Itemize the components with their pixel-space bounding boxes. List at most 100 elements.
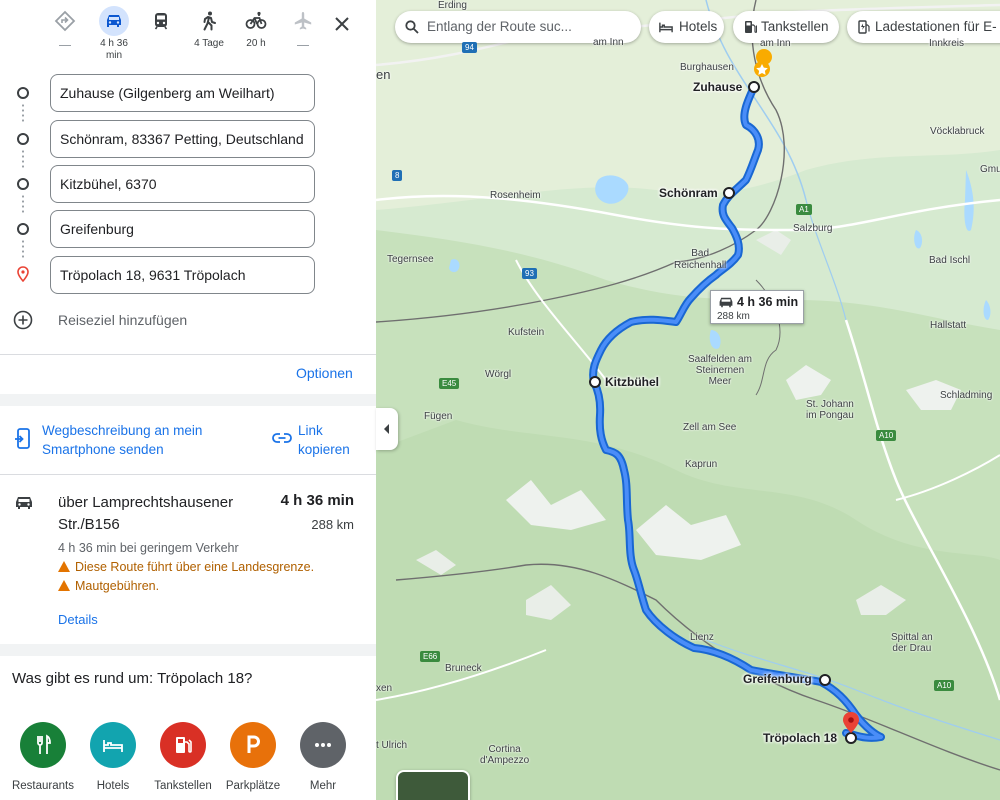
close-icon — [335, 17, 349, 31]
map-town-label: Bad Ischl — [929, 255, 971, 266]
mode-best[interactable] — [42, 6, 88, 46]
nearby-parking-button[interactable]: Parkplätze — [218, 722, 288, 792]
category-label: Parkplätze — [225, 780, 281, 792]
fuel-pump-icon — [176, 737, 192, 753]
parking-icon-circle — [230, 722, 276, 768]
route-via: über Lamprechtshausener Str./B156 — [58, 494, 234, 533]
map-town-label: Wörgl — [485, 369, 512, 380]
close-button[interactable] — [328, 10, 356, 38]
chip-charging-stations[interactable]: Ladestationen für E- — [847, 11, 1000, 43]
nearby-more-button[interactable]: Mehr — [288, 722, 358, 792]
map-town-label: Kaprun — [685, 459, 718, 470]
copy-link-button[interactable]: Link kopieren — [268, 418, 376, 462]
search-icon — [405, 20, 419, 34]
category-label: Tankstellen — [154, 780, 212, 792]
category-label: Mehr — [309, 780, 337, 792]
mode-car[interactable]: 4 h 36 min — [91, 6, 137, 62]
road-shield: 94 — [462, 42, 477, 53]
stop-input-2[interactable]: Schönram, 83367 Petting, Deutschland — [50, 120, 315, 158]
car-icon — [99, 6, 129, 36]
link-icon — [272, 433, 292, 443]
map-town-label: Erding — [438, 0, 467, 11]
mode-dash — [297, 45, 309, 46]
route-duration-callout[interactable]: 4 h 36 min 288 km — [710, 290, 804, 324]
map-town-label: am Inn — [760, 38, 791, 49]
warning-icon — [58, 561, 70, 572]
nearby-hotels-button[interactable]: Hotels — [78, 722, 148, 792]
travel-mode-bar: 4 h 36 min 4 Tage 20 h — [0, 0, 376, 68]
map-stop-label-kitzbuehel: Kitzbühel — [605, 375, 659, 389]
stop-row-destination: Tröpolach 18, 9631 Tröpolach — [0, 256, 376, 294]
hotel-icon-circle — [90, 722, 136, 768]
route-map[interactable]: Entlang der Route suc... Hotels Tankstel… — [376, 0, 1000, 800]
map-town-label: St. Johann im Pongau — [806, 399, 854, 421]
send-to-phone-button[interactable]: Wegbeschreibung an mein Smartphone sende… — [0, 418, 260, 462]
stop-input-3[interactable]: Kitzbühel, 6370 — [50, 165, 315, 203]
chip-label: Hotels — [679, 19, 718, 34]
road-shield: 8 — [392, 170, 403, 181]
car-icon — [16, 497, 32, 509]
route-warning-border: Diese Route führt über eine Landesgrenze… — [58, 560, 314, 574]
nearby-restaurants-button[interactable]: Restaurants — [8, 722, 78, 792]
send-to-phone-label: Wegbeschreibung an mein Smartphone sende… — [42, 423, 203, 457]
map-town-label: Zell am See — [683, 422, 737, 433]
restaurant-icon-circle — [20, 722, 66, 768]
road-shield: A10 — [876, 430, 897, 441]
stop-circle-icon — [17, 178, 29, 190]
route-details-link[interactable]: Details — [58, 612, 98, 627]
divider — [0, 354, 376, 355]
map-town-label: Rosenheim — [490, 190, 541, 201]
map-town-label: t Ulrich — [376, 740, 408, 751]
mode-flight[interactable] — [280, 6, 326, 46]
collapse-panel-button[interactable] — [376, 408, 398, 450]
more-icon-circle — [300, 722, 346, 768]
route-duration: 4 h 36 min — [280, 492, 354, 509]
mode-transit[interactable] — [138, 6, 184, 36]
map-town-label: Innkreis — [929, 38, 965, 49]
mode-car-time: 4 h 36 min — [100, 38, 128, 61]
add-circle-icon — [13, 310, 33, 330]
chip-hotels[interactable]: Hotels — [649, 11, 724, 43]
mode-bike[interactable]: 20 h — [233, 6, 279, 50]
stop-circle-icon — [17, 87, 29, 99]
stop-row-origin: Zuhause (Gilgenberg am Weilhart) — [0, 74, 376, 112]
stop-input-5[interactable]: Tröpolach 18, 9631 Tröpolach — [50, 256, 315, 294]
category-label: Hotels — [96, 780, 130, 792]
chevron-left-icon — [384, 424, 389, 434]
directions-panel: 4 h 36 min 4 Tage 20 h Zuhause (Gilgenbe… — [0, 0, 376, 800]
car-icon — [719, 297, 733, 308]
warning-text: Diese Route führt über eine Landesgrenze… — [75, 560, 315, 574]
chip-label: Tankstellen — [761, 19, 829, 34]
add-destination-label: Reiseziel hinzufügen — [58, 312, 188, 328]
fork-knife-icon — [37, 734, 51, 754]
road-shield: 93 — [522, 268, 537, 279]
stop-input-4[interactable]: Greifenburg — [50, 210, 315, 248]
stop-row-2: Schönram, 83367 Petting, Deutschland — [0, 120, 376, 158]
map-town-label: Schladming — [940, 390, 993, 401]
mode-walk-time: 4 Tage — [194, 38, 224, 49]
callout-duration: 4 h 36 min — [737, 295, 799, 309]
map-terrain — [376, 0, 1000, 800]
map-layers-button[interactable] — [396, 770, 470, 800]
divider — [0, 474, 376, 475]
nearby-fuel-button[interactable]: Tankstellen — [148, 722, 218, 792]
map-town-label: Spittal an der Drau — [891, 632, 933, 654]
add-destination-button[interactable]: Reiseziel hinzufügen — [0, 306, 376, 334]
fuel-icon-circle — [160, 722, 206, 768]
map-stop-label-home: Zuhause — [693, 80, 743, 94]
map-town-label: Hallstatt — [930, 320, 967, 331]
more-dots-icon — [315, 743, 331, 747]
route-option-card[interactable]: über Lamprechtshausener Str./B156 4 h 36… — [0, 476, 376, 644]
ev-charger-icon — [858, 20, 870, 34]
bed-icon — [103, 740, 123, 752]
airplane-icon — [288, 6, 318, 36]
stop-row-4: Greifenburg — [0, 210, 376, 248]
stop-input-1[interactable]: Zuhause (Gilgenberg am Weilhart) — [50, 74, 315, 112]
mode-walk[interactable]: 4 Tage — [186, 6, 232, 50]
mode-dash — [59, 45, 71, 46]
diamond-route-icon — [50, 6, 80, 36]
map-town-label: Bruneck — [445, 663, 482, 674]
map-town-label: Fügen — [424, 411, 453, 422]
warning-text: Mautgebühren. — [75, 579, 160, 593]
options-link[interactable]: Optionen — [296, 365, 353, 381]
